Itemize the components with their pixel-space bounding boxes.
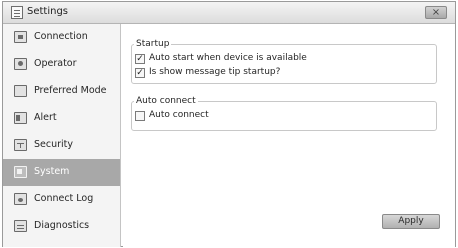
sidebar-item-label: Diagnostics	[34, 220, 90, 231]
system-settings-panel: Startup ✓ Auto start when device is avai…	[123, 24, 455, 247]
sidebar-item-connect-log[interactable]: Connect Log	[3, 186, 120, 213]
sidebar-item-operator[interactable]: Operator	[3, 51, 120, 78]
settings-window-icon	[11, 6, 23, 19]
settings-window: Settings × Connection Operator Preferred…	[2, 1, 456, 247]
sidebar-item-label: Connection	[34, 31, 88, 42]
sidebar-item-system[interactable]: System	[3, 159, 120, 186]
connect-log-icon	[14, 193, 27, 205]
sidebar-item-preferred-mode[interactable]: Preferred Mode	[3, 78, 120, 105]
auto-connect-checkbox[interactable]: Auto connect	[135, 110, 335, 122]
sidebar-item-connection[interactable]: Connection	[3, 24, 120, 51]
checkbox-box[interactable]: ✓	[135, 54, 145, 64]
preferred-mode-icon	[14, 85, 27, 97]
sidebar-item-alert[interactable]: Alert	[3, 105, 120, 132]
auto-connect-group-title: Auto connect	[134, 96, 198, 106]
operator-icon	[14, 58, 27, 70]
auto-start-label: Auto start when device is available	[149, 53, 307, 63]
title-bar[interactable]: Settings ×	[3, 2, 455, 24]
sidebar-item-diagnostics[interactable]: Diagnostics	[3, 213, 120, 240]
checkbox-box[interactable]	[135, 111, 145, 121]
auto-connect-label: Auto connect	[149, 110, 209, 120]
system-icon	[14, 166, 27, 178]
sidebar-item-label: Connect Log	[34, 193, 94, 204]
sidebar-item-security[interactable]: Security	[3, 132, 120, 159]
sidebar-item-label: System	[34, 166, 70, 177]
show-tip-label: Is show message tip startup?	[149, 67, 281, 77]
diagnostics-icon	[14, 220, 27, 232]
close-button[interactable]: ×	[425, 6, 447, 19]
auto-start-checkbox[interactable]: ✓ Auto start when device is available	[135, 53, 415, 65]
apply-button[interactable]: Apply	[382, 214, 440, 229]
checkbox-box[interactable]: ✓	[135, 68, 145, 78]
alert-icon	[14, 112, 27, 124]
sidebar-item-label: Operator	[34, 58, 77, 69]
security-icon	[14, 139, 27, 151]
show-tip-checkbox[interactable]: ✓ Is show message tip startup?	[135, 67, 415, 79]
sidebar-item-label: Alert	[34, 112, 57, 123]
sidebar-item-label: Security	[34, 139, 74, 150]
connection-icon	[14, 31, 27, 43]
startup-group-title: Startup	[134, 39, 172, 49]
window-title: Settings	[27, 6, 69, 17]
sidebar-item-label: Preferred Mode	[34, 85, 107, 96]
settings-sidebar: Connection Operator Preferred Mode Alert…	[3, 24, 121, 247]
